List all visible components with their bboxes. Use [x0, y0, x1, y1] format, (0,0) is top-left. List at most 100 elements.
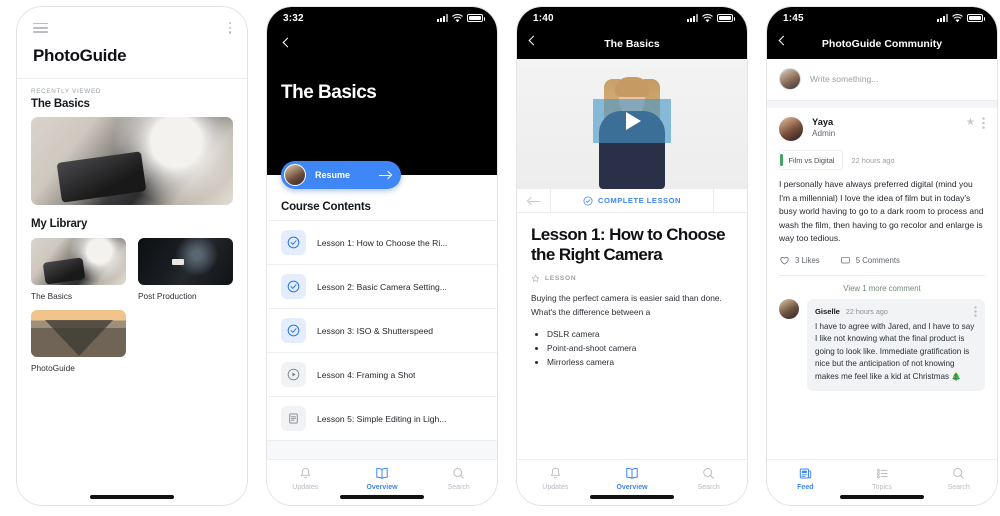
tab-label: Search: [947, 484, 970, 491]
tab-label: Overview: [616, 484, 648, 491]
post-body: I personally have always preferred digit…: [779, 179, 984, 243]
resume-button-label: Resume: [315, 170, 351, 180]
hamburger-icon[interactable]: [33, 22, 48, 36]
tab-feed[interactable]: Feed: [767, 466, 844, 491]
kebab-icon[interactable]: [982, 117, 985, 129]
chevron-left-icon: [778, 35, 789, 46]
home-indicator: [590, 495, 674, 499]
list-item[interactable]: Lesson 4: Framing a Shot: [267, 353, 497, 397]
list-item-label: PhotoGuide: [31, 363, 75, 373]
star-outline-icon: [531, 274, 540, 282]
tab-label: Feed: [797, 484, 814, 491]
recently-viewed-course: The Basics: [31, 98, 90, 110]
star-icon[interactable]: ★: [966, 118, 975, 128]
app-title: PhotoGuide: [33, 46, 127, 65]
tab-topics[interactable]: Topics: [844, 466, 921, 491]
comment-count-label: 5 Comments: [855, 255, 900, 265]
cellular-signal-icon: [937, 14, 948, 22]
list-item[interactable]: Post Production: [138, 238, 233, 301]
nav-title: PhotoGuide Community: [821, 38, 943, 50]
play-circle-icon: [281, 362, 306, 387]
battery-icon: [467, 14, 485, 22]
search-icon: [703, 468, 714, 479]
tab-overview[interactable]: Overview: [344, 466, 421, 491]
back-button[interactable]: [281, 33, 483, 48]
list-item[interactable]: Lesson 2: Basic Camera Setting...: [267, 265, 497, 309]
phone-mockup-lesson: 1:40 The Basics COMPLETE LESSON Lesson 1…: [516, 6, 748, 506]
battery-icon: [717, 14, 735, 22]
chevron-left-icon: [528, 35, 539, 46]
list-item[interactable]: PhotoGuide: [31, 310, 126, 373]
previous-lesson-button[interactable]: [517, 189, 551, 212]
hero-course-thumbnail[interactable]: [31, 117, 233, 205]
course-hero: The Basics Resume: [267, 29, 497, 189]
status-bar: 1:45: [767, 7, 997, 29]
back-button[interactable]: [777, 35, 791, 51]
next-lesson-button[interactable]: [713, 189, 747, 212]
kebab-icon[interactable]: [228, 21, 231, 37]
list-item[interactable]: Lesson 1: How to Choose the Ri...: [267, 220, 497, 265]
avatar[interactable]: [779, 117, 803, 141]
phone-mockup-course: 3:32 The Basics Resume Course Contents L…: [266, 6, 498, 506]
list-item[interactable]: Lesson 5: Simple Editing in Ligh...: [267, 397, 497, 441]
phone-mockup-community: 1:45 PhotoGuide Community Write somethin…: [766, 6, 998, 506]
nav-bar: PhotoGuide Community: [767, 29, 997, 59]
avatar[interactable]: [779, 298, 799, 319]
post-timestamp: 22 hours ago: [851, 155, 895, 165]
check-circle-icon: [583, 196, 593, 205]
complete-lesson-button[interactable]: COMPLETE LESSON: [551, 189, 713, 212]
post-header: Yaya Admin ★: [779, 117, 985, 141]
tab-label: Updates: [542, 484, 569, 491]
tab-search[interactable]: Search: [920, 466, 997, 491]
topic-tag[interactable]: Film vs Digital: [779, 150, 843, 170]
tab-search[interactable]: Search: [670, 466, 747, 491]
lesson-list: Lesson 1: How to Choose the Ri... Lesson…: [267, 220, 497, 441]
home-header: PhotoGuide: [17, 7, 247, 66]
kebab-icon[interactable]: [974, 305, 977, 317]
status-time: 1:40: [533, 12, 554, 24]
tab-updates[interactable]: Updates: [517, 466, 594, 491]
avatar: [284, 164, 306, 186]
post-stats: 3 Likes 5 Comments: [779, 255, 985, 266]
course-thumbnail: [31, 310, 126, 357]
wifi-icon: [452, 13, 463, 22]
search-icon: [453, 468, 464, 479]
tab-updates[interactable]: Updates: [267, 466, 344, 491]
check-circle-icon: [281, 274, 306, 299]
back-button[interactable]: [527, 35, 541, 51]
tab-search[interactable]: Search: [420, 466, 497, 491]
tab-label: Topics: [872, 484, 892, 491]
book-icon: [376, 467, 388, 479]
list-item: Point-and-shoot camera: [547, 341, 733, 355]
comment-icon: [841, 256, 850, 263]
list-item-label: Lesson 5: Simple Editing in Ligh...: [317, 413, 447, 424]
avatar: [779, 68, 801, 90]
page-title: Lesson 1: How to Choose the Right Camera: [531, 225, 726, 264]
list-item-label: Lesson 4: Framing a Shot: [317, 369, 416, 380]
list-item[interactable]: Lesson 3: ISO & Shutterspeed: [267, 309, 497, 353]
list-item: Mirrorless camera: [547, 355, 733, 369]
course-thumbnail: [138, 238, 233, 285]
resume-button[interactable]: Resume: [281, 161, 401, 189]
screen-home: PhotoGuide RECENTLY VIEWED The Basics My…: [17, 7, 247, 505]
post-composer[interactable]: Write something...: [767, 59, 997, 101]
play-button[interactable]: [593, 99, 671, 144]
comment-button[interactable]: 5 Comments: [840, 255, 900, 266]
home-indicator: [90, 495, 174, 499]
list-item[interactable]: The Basics: [31, 238, 126, 301]
list-item-label: Post Production: [138, 291, 197, 301]
lesson-video-player[interactable]: [517, 59, 747, 189]
status-time: 1:45: [783, 12, 804, 24]
lesson-bullet-list: DSLR camera Point-and-shoot camera Mirro…: [547, 327, 733, 369]
like-button[interactable]: 3 Likes: [779, 255, 820, 266]
check-circle-icon: [281, 318, 306, 343]
list-item-label: Lesson 1: How to Choose the Ri...: [317, 237, 448, 248]
book-icon: [626, 467, 638, 479]
bell-icon: [300, 467, 310, 479]
list-item-label: Lesson 2: Basic Camera Setting...: [317, 281, 447, 292]
topic-tag-label: Film vs Digital: [788, 155, 835, 165]
tab-overview[interactable]: Overview: [594, 466, 671, 491]
view-more-comments-link[interactable]: View 1 more comment: [767, 276, 997, 299]
battery-icon: [967, 14, 985, 22]
comment-bubble: Giselle 22 hours ago I have to agree wit…: [807, 298, 985, 392]
